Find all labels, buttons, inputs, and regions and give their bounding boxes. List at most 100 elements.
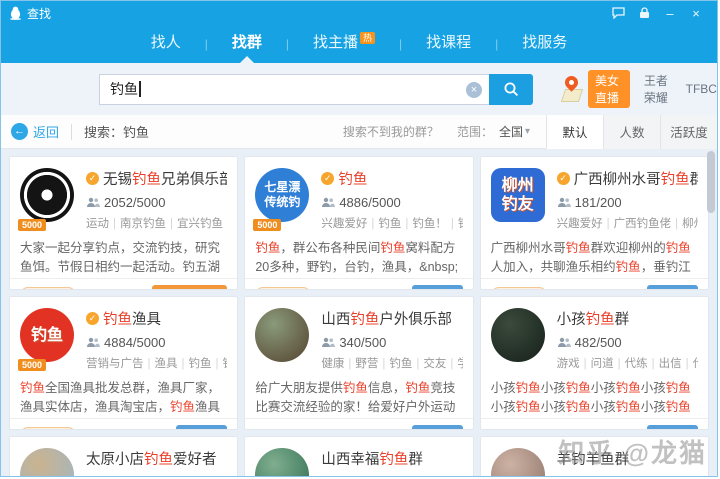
group-card[interactable]: 羊钓羊鱼群1990/2000 bbox=[480, 436, 709, 477]
group-title-row: 山西钓鱼户外俱乐部 bbox=[321, 308, 462, 329]
group-title-row: 山西幸福钓鱼群 bbox=[321, 448, 462, 469]
card-footer: 认证机构 烟台东元渔具有限公司+加群 bbox=[245, 278, 472, 290]
group-avatar: 钓鱼5000 bbox=[20, 308, 76, 371]
group-card[interactable]: 太原小店钓鱼爱好者283/500 bbox=[9, 436, 238, 477]
certified-org-name: 烟台东元渔具有限公司 bbox=[317, 288, 411, 290]
capacity-badge: 5000 bbox=[18, 359, 46, 371]
tag: 钓鱼@ bbox=[458, 218, 463, 230]
card-footer: 认证机构烟台东元渔具有限公司+加群 bbox=[10, 418, 237, 430]
back-button[interactable]: ← 返回 bbox=[11, 122, 59, 141]
live-stream-badge[interactable]: 美女直播 bbox=[588, 70, 630, 108]
group-info: ✓钓鱼渔具4884/5000营销与广告|渔具|钓鱼|钓鱼！ bbox=[86, 308, 227, 371]
group-title-row: ✓钓鱼渔具 bbox=[86, 308, 227, 329]
member-count-row: 4884/5000 bbox=[86, 335, 227, 350]
tag: 学习 bbox=[457, 358, 462, 370]
tag: 营销与广告 bbox=[86, 358, 144, 370]
avatar-image: 钓鱼 bbox=[20, 308, 74, 362]
group-card[interactable]: 钓鱼5000✓钓鱼渔具4884/5000营销与广告|渔具|钓鱼|钓鱼！钓鱼全国渔… bbox=[9, 296, 238, 430]
card-footer: 山西省太原市 +加群 bbox=[245, 418, 472, 430]
join-group-button[interactable]: +加群 bbox=[412, 285, 463, 290]
tab-find-people[interactable]: 找人 bbox=[141, 25, 191, 63]
group-location-link[interactable]: 山西省太原市 bbox=[491, 428, 576, 430]
chevron-down-icon[interactable]: ▾ bbox=[525, 126, 530, 137]
join-group-button[interactable]: +加群 bbox=[647, 285, 698, 290]
scrollbar-thumb[interactable] bbox=[707, 151, 715, 213]
member-count-row: 4886/5000 bbox=[321, 195, 462, 210]
group-name: 太原小店钓鱼爱好者 bbox=[86, 448, 217, 469]
sort-tab-activity[interactable]: 活跃度 bbox=[660, 115, 717, 149]
avatar-text: 柳州 bbox=[502, 176, 534, 195]
join-group-button[interactable]: +加群 bbox=[647, 425, 698, 430]
group-title-row: 太原小店钓鱼爱好者 bbox=[86, 448, 227, 469]
tag-separator: | bbox=[675, 218, 678, 230]
group-card[interactable]: 小孩钓鱼群482/500游戏|问道|代练|出信|代练1|...小孩钓鱼小孩钓鱼小… bbox=[480, 296, 709, 430]
title-bar: 查找 – × bbox=[1, 1, 717, 25]
group-description: 给广大朋友提供钓鱼信息，钓鱼竞技比赛交流经验的家！给爱好户外运动的朋友组建一个经… bbox=[245, 371, 472, 418]
tag: 钓鱼！ bbox=[223, 358, 228, 370]
group-tags: 游戏|问道|代练|出信|代练1|... bbox=[557, 355, 698, 371]
group-card[interactable]: 柳州钓友✓广西柳州水哥钓鱼群181/200兴趣爱好|广西钓鱼佬|柳州钓鱼...广… bbox=[480, 156, 709, 290]
group-name: 羊钓羊鱼群 bbox=[557, 448, 630, 469]
minimize-button[interactable]: – bbox=[657, 4, 683, 22]
nearby-map-icon[interactable] bbox=[559, 76, 574, 102]
filter-bar: ← 返回 搜索：钓鱼 搜索不到我的群？ 范围： 全国 ▾ 默认 人数 活跃度 bbox=[1, 115, 717, 149]
group-name: 钓鱼渔具 bbox=[103, 308, 161, 329]
capacity-badge: 5000 bbox=[18, 219, 46, 231]
tag: 宜兴钓鱼 bbox=[177, 218, 223, 230]
cant-find-group-link[interactable]: 搜索不到我的群？ bbox=[343, 123, 439, 140]
join-group-button[interactable]: +加群 bbox=[412, 425, 463, 430]
search-value: 钓鱼 bbox=[110, 79, 138, 99]
tag-separator: | bbox=[182, 358, 185, 370]
group-info: 小孩钓鱼群482/500游戏|问道|代练|出信|代练1|... bbox=[557, 308, 698, 371]
avatar-image bbox=[491, 308, 545, 362]
close-button[interactable]: × bbox=[683, 4, 709, 22]
lock-icon[interactable] bbox=[631, 4, 657, 22]
certified-org-badge: 认证机构 bbox=[491, 287, 547, 291]
tag-separator: | bbox=[652, 358, 655, 370]
sort-tab-default[interactable]: 默认 bbox=[546, 115, 603, 149]
promo-link-kings[interactable]: 王者荣耀 bbox=[644, 72, 672, 106]
certified-medal-icon: ✓ bbox=[557, 172, 570, 185]
tab-find-groups[interactable]: 找群 bbox=[222, 25, 272, 63]
join-group-button[interactable]: +加群 bbox=[176, 425, 227, 430]
tag-separator: | bbox=[113, 218, 116, 230]
member-count-row: 2052/5000 bbox=[86, 195, 227, 210]
search-section: 钓鱼 × 美女直播 王者荣耀 TFBC bbox=[1, 63, 717, 115]
nav-tabs: 找人 | 找群 | 找主播热 | 找课程 | 找服务 bbox=[1, 25, 717, 63]
group-info: ✓钓鱼4886/5000兴趣爱好|钓鱼|钓鱼！|钓鱼@|... bbox=[321, 168, 462, 231]
group-description: 钓鱼，群公布各种民间钓鱼窝料配方20多种，野钓，台钓，渔具，&nbsp;钓鱼全国… bbox=[245, 231, 472, 278]
members-icon bbox=[86, 337, 100, 348]
scope-select[interactable]: 全国 bbox=[499, 123, 523, 140]
sort-tab-members[interactable]: 人数 bbox=[603, 115, 660, 149]
feedback-icon[interactable] bbox=[605, 4, 631, 22]
search-query-label: 搜索：钓鱼 bbox=[84, 122, 149, 141]
tag: 钓鱼 bbox=[378, 218, 401, 230]
tag-separator: | bbox=[450, 358, 453, 370]
group-info: 羊钓羊鱼群1990/2000 bbox=[557, 448, 698, 477]
tag: 游戏 bbox=[557, 358, 580, 370]
tag: 钓鱼！ bbox=[412, 218, 447, 230]
group-card[interactable]: 山西钓鱼户外俱乐部340/500健康|野营|钓鱼|交友|学习|...给广大朋友提… bbox=[244, 296, 473, 430]
tab-find-services[interactable]: 找服务 bbox=[512, 25, 577, 63]
promo-link-tfbc[interactable]: TFBC bbox=[686, 82, 717, 96]
member-count: 340/500 bbox=[339, 335, 386, 350]
search-button[interactable] bbox=[489, 74, 533, 105]
tab-find-courses[interactable]: 找课程 bbox=[416, 25, 481, 63]
group-card[interactable]: 山西幸福钓鱼群134/200 bbox=[244, 436, 473, 477]
group-info: ✓广西柳州水哥钓鱼群181/200兴趣爱好|广西钓鱼佬|柳州钓鱼... bbox=[557, 168, 698, 231]
group-tags: 兴趣爱好|广西钓鱼佬|柳州钓鱼... bbox=[557, 215, 698, 231]
avatar-image: 柳州钓友 bbox=[491, 168, 545, 222]
group-title-row: 小孩钓鱼群 bbox=[557, 308, 698, 329]
group-card[interactable]: 5000✓无锡钓鱼兄弟俱乐部2052/5000运动|南京钓鱼|宜兴钓鱼|常州..… bbox=[9, 156, 238, 290]
clear-search-icon[interactable]: × bbox=[466, 82, 482, 98]
scrollbar[interactable] bbox=[707, 151, 715, 477]
tab-find-streamers[interactable]: 找主播热 bbox=[303, 25, 385, 63]
search-input[interactable]: 钓鱼 × bbox=[99, 74, 489, 105]
members-icon bbox=[321, 337, 335, 348]
certified-org-badge: 认证机构 bbox=[255, 287, 311, 291]
certified-org-badge: 认证机构 bbox=[20, 287, 76, 291]
tag: 钓鱼 bbox=[389, 358, 412, 370]
group-card[interactable]: 七星漂传统钓5000✓钓鱼4886/5000兴趣爱好|钓鱼|钓鱼！|钓鱼@|..… bbox=[244, 156, 473, 290]
group-location-link[interactable]: 山西省太原市 bbox=[255, 428, 340, 430]
paid-join-button[interactable]: +付费加群 bbox=[152, 285, 227, 290]
